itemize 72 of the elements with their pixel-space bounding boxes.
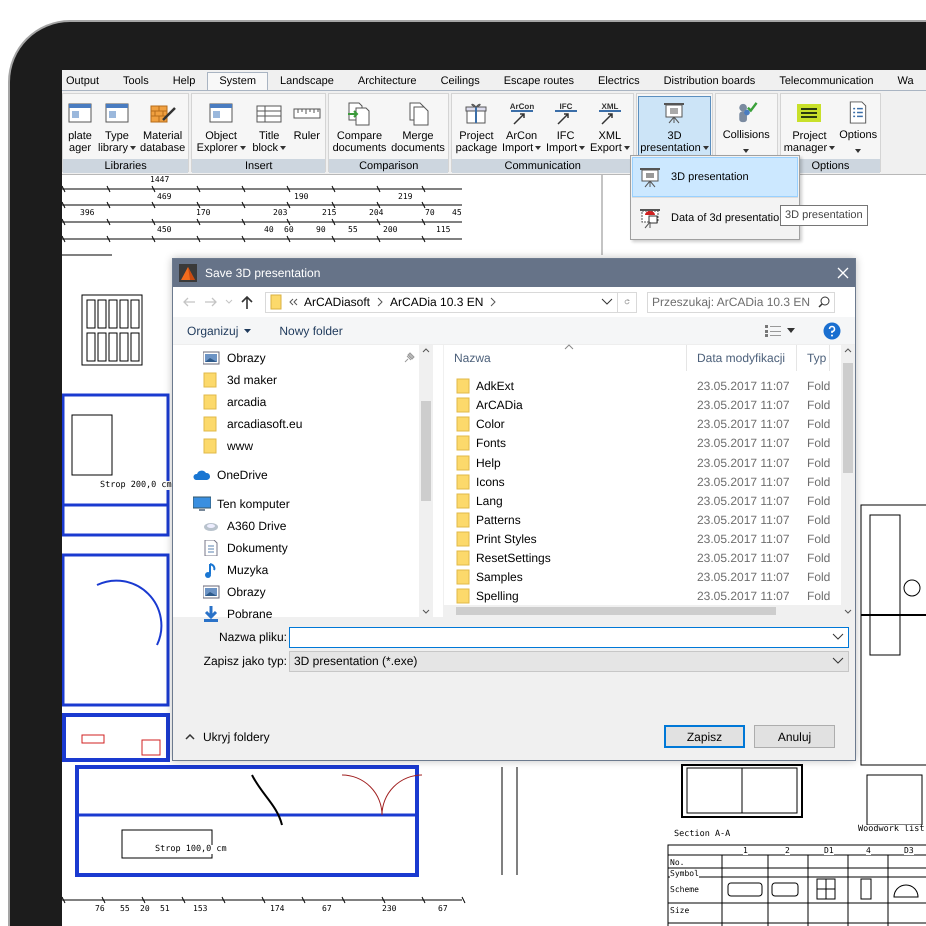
dimension-label: 190 bbox=[294, 192, 308, 201]
dimension-label: 40 bbox=[264, 225, 274, 234]
date-cell-text: 23.05.2017 11:07 bbox=[696, 378, 791, 396]
dimension-label: 230 bbox=[382, 904, 396, 913]
tooltip: 3D presentation bbox=[780, 205, 868, 226]
table-label: 2 bbox=[785, 846, 790, 855]
dimension-label: 170 bbox=[196, 208, 210, 217]
date-cell-text: 23.05.2017 11:07 bbox=[696, 588, 791, 605]
drawing-note: Section A-A bbox=[674, 830, 730, 839]
date-cell-text: 23.05.2017 11:07 bbox=[696, 512, 791, 529]
dimension-label: 200 bbox=[383, 225, 398, 234]
date-cell-text: 23.05.2017 11:07 bbox=[696, 416, 791, 434]
type-cell-text: Fold bbox=[806, 492, 830, 510]
dimension-label: 215 bbox=[322, 208, 336, 217]
date-cell-text: 23.05.2017 11:07 bbox=[696, 568, 791, 586]
date-cell-text: 23.05.2017 11:07 bbox=[696, 530, 791, 548]
drawing-note: Strop 100,0 cm bbox=[155, 845, 227, 854]
dimension-label: 45 bbox=[452, 208, 462, 217]
field-label: Nazwa pliku: bbox=[218, 629, 288, 646]
table-label: 4 bbox=[866, 846, 871, 855]
dimension-label: 51 bbox=[160, 904, 170, 913]
dialog-title: Save 3D presentation bbox=[205, 265, 320, 282]
group-label: Options bbox=[811, 160, 850, 172]
dimension-label: 153 bbox=[193, 904, 208, 913]
type-cell-text: Fold bbox=[806, 568, 830, 586]
dimension-label: 67 bbox=[438, 904, 448, 913]
dimension-label: 20 bbox=[140, 904, 150, 913]
dimension-label: 70 bbox=[425, 208, 435, 217]
type-cell-text: Fold bbox=[806, 588, 830, 605]
group-label: Libraries bbox=[104, 160, 147, 172]
dimension-label: 1447 bbox=[150, 175, 170, 184]
table-label: Scheme bbox=[670, 885, 699, 894]
dimension-label: 55 bbox=[120, 904, 130, 913]
date-cell-text: 23.05.2017 11:07 bbox=[696, 492, 791, 510]
date-cell-text: 23.05.2017 11:07 bbox=[696, 474, 791, 491]
type-cell-text: Fold bbox=[806, 550, 830, 567]
dimension-label: 115 bbox=[436, 225, 450, 234]
dimension-label: 219 bbox=[398, 192, 412, 201]
type-cell-text: Fold bbox=[806, 512, 830, 529]
type-cell-text: Fold bbox=[806, 397, 830, 414]
dimension-label: 450 bbox=[157, 225, 172, 234]
date-cell-text: 23.05.2017 11:07 bbox=[696, 550, 791, 567]
group-label: Insert bbox=[244, 160, 272, 172]
type-cell-text: Fold bbox=[806, 416, 830, 434]
table-label: No. bbox=[670, 858, 684, 867]
table-label: 1 bbox=[743, 846, 748, 855]
table-label: D3 bbox=[904, 846, 914, 855]
dimension-label: 203 bbox=[273, 208, 288, 217]
type-cell-text: Fold bbox=[806, 378, 830, 396]
date-cell-text: 23.05.2017 11:07 bbox=[696, 397, 791, 414]
group-label: Comparison bbox=[359, 160, 418, 172]
dimension-label: 174 bbox=[270, 904, 284, 913]
type-cell-text: Fold bbox=[806, 530, 830, 548]
drawing-note: Strop 200,0 cm bbox=[100, 481, 172, 490]
dimension-label: 90 bbox=[316, 225, 326, 234]
dimension-label: 55 bbox=[348, 225, 358, 234]
field-label: Zapisz jako typ: bbox=[202, 653, 288, 670]
dimension-label: 469 bbox=[157, 192, 172, 201]
table-label: Size bbox=[670, 906, 690, 915]
table-label: Symbol bbox=[670, 869, 699, 878]
type-cell-text: Fold bbox=[806, 454, 830, 472]
type-cell-text: Fold bbox=[806, 474, 830, 491]
date-cell-text: 23.05.2017 11:07 bbox=[696, 435, 791, 452]
dimension-label: 60 bbox=[284, 225, 294, 234]
dimension-label: 67 bbox=[322, 904, 332, 913]
table-label: D1 bbox=[824, 846, 834, 855]
dimension-label: 76 bbox=[95, 904, 105, 913]
date-cell-text: 23.05.2017 11:07 bbox=[696, 454, 791, 472]
group-label: Communication bbox=[504, 160, 581, 172]
dimension-label: 204 bbox=[369, 208, 384, 217]
dimension-label: 396 bbox=[80, 208, 94, 217]
type-cell-text: Fold bbox=[806, 435, 830, 452]
